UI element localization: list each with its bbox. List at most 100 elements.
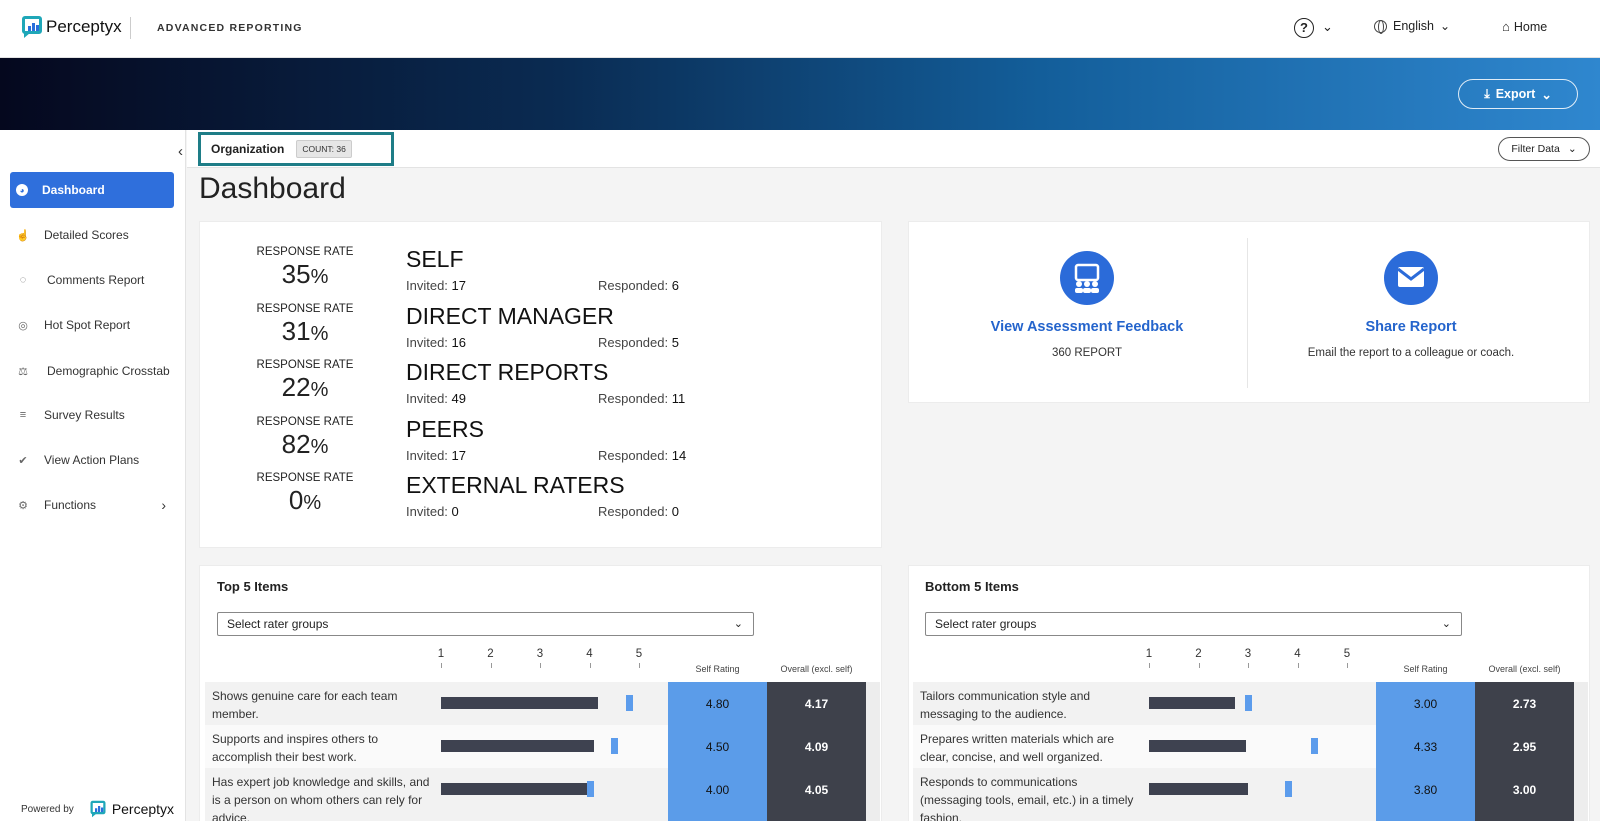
response-rate-value: 35% <box>230 259 380 290</box>
sidebar-item-label: Functions <box>44 498 97 512</box>
sidebar-item-label: Detailed Scores <box>44 228 129 242</box>
top5-overall-rating: 4.05 <box>804 783 829 797</box>
export-button[interactable]: ⤓ Export ⌄ <box>1458 79 1578 109</box>
responded-count: Responded: 0 <box>598 504 679 519</box>
language-label: English <box>1393 19 1434 33</box>
chevron-down-icon: ⌄ <box>1440 19 1451 33</box>
bottom5-scale-tick <box>1248 663 1249 668</box>
bottom5-overall-bar <box>1149 697 1235 709</box>
sidebar-item-functions[interactable]: ⚙ Functions › <box>10 487 174 523</box>
bottom5-scale-label: 2 <box>1195 648 1202 660</box>
rate-number: 22 <box>281 372 311 402</box>
sidebar-item-label: Hot Spot Report <box>44 318 131 332</box>
home-icon: ⌂ <box>1502 19 1510 34</box>
rater-group-name: DIRECT REPORTS <box>406 359 609 385</box>
sidebar-item-comments-report[interactable]: ◌ Comments Report <box>10 262 174 298</box>
response-rate-label: RESPONSE RATE <box>256 472 354 484</box>
actions-divider <box>1247 238 1248 388</box>
perceptyx-logo-icon <box>90 800 106 818</box>
sidebar-item-dashboard[interactable]: ◕ Dashboard <box>10 172 174 208</box>
sidebar-item-label: View Action Plans <box>44 453 140 467</box>
dashboard-icon: ◕ <box>16 184 28 196</box>
bottom5-scale-label: 1 <box>1145 648 1153 660</box>
rate-number: 82 <box>281 428 311 459</box>
select-label: Select rater groups <box>227 617 329 631</box>
invited-count: Invited: 0 <box>406 504 459 519</box>
top5-self-marker <box>626 695 634 711</box>
responded-count: Responded: 14 <box>598 447 687 463</box>
powered-by-label: Powered by <box>21 803 74 815</box>
bottom5-scrollbar[interactable] <box>1574 682 1588 821</box>
view-assessment-feedback-link[interactable]: View Assessment Feedback <box>927 319 1247 335</box>
bottom5-scale-label: 4 <box>1294 648 1301 660</box>
sidebar-item-label: Demographic Crosstab <box>47 364 170 378</box>
response-rate-label: RESPONSE RATE <box>256 415 354 428</box>
top5-scrollbar[interactable] <box>866 682 880 821</box>
organization-selector[interactable]: Organization COUNT: 36 <box>198 132 394 166</box>
perceptyx-logo[interactable]: Perceptyx <box>22 16 122 38</box>
top5-overall-bar <box>441 740 594 752</box>
mail-icon[interactable] <box>1384 251 1438 305</box>
top5-self-marker <box>586 781 594 797</box>
percent-sign: % <box>310 435 329 458</box>
logo-divider <box>130 17 131 39</box>
help-icon[interactable]: ? <box>1294 18 1314 38</box>
rater-group-name: PEERS <box>406 415 484 442</box>
sidebar-item-hot-spot-report[interactable]: ◎ Hot Spot Report <box>10 307 174 343</box>
sidebar-item-view-action-plans[interactable]: ✔ View Action Plans <box>10 442 174 478</box>
chevron-right-icon: › <box>161 497 166 513</box>
top5-self-rating-header: Self Rating <box>695 664 740 674</box>
perceptyx-logo-icon <box>22 16 42 38</box>
top5-overall-bar <box>441 697 598 709</box>
bottom5-self-marker <box>1310 738 1318 754</box>
download-icon: ⤓ <box>1484 86 1490 101</box>
top5-scale-label: 2 <box>487 648 494 660</box>
bottom5-self-rating: 3.80 <box>1413 783 1438 797</box>
page-title: Dashboard <box>199 172 346 205</box>
top-5-items-title: Top 5 Items <box>217 579 289 594</box>
invited-count: Invited: 17 <box>406 278 466 293</box>
top-rater-groups-select[interactable]: Select rater groups ⌄ <box>217 612 754 636</box>
bottom5-item-text: Responds to communications (messaging to… <box>920 775 1134 821</box>
help-chevron-down-icon[interactable]: ⌄ <box>1322 19 1333 35</box>
chevron-down-icon: ⌄ <box>1567 143 1577 155</box>
bottom5-overall-bar <box>1149 740 1246 752</box>
top5-scale-tick <box>639 663 640 668</box>
chevron-down-icon: ⌄ <box>733 618 743 630</box>
bottom5-item-text: Prepares written materials which are cle… <box>920 732 1115 764</box>
bottom-5-items-title: Bottom 5 Items <box>925 579 1019 594</box>
chevron-down-icon: ⌄ <box>1541 87 1552 102</box>
top5-overall-bar <box>441 783 592 795</box>
collapse-sidebar-icon[interactable]: ‹ <box>178 143 183 160</box>
bottom-rater-groups-select[interactable]: Select rater groups ⌄ <box>925 612 1462 636</box>
top5-item-text: Has expert job knowledge and skills, and… <box>212 775 430 821</box>
top5-item-text: Supports and inspires others to accompli… <box>212 732 379 764</box>
top5-overall-rating: 4.09 <box>804 740 829 754</box>
bottom5-scale-tick <box>1297 663 1299 668</box>
share-report-link[interactable]: Share Report <box>1251 319 1571 335</box>
chevron-down-icon: ⌄ <box>1441 618 1451 630</box>
top5-self-rating: 4.80 <box>705 697 730 711</box>
top5-scale-tick <box>589 663 591 668</box>
bottom5-self-rating: 4.33 <box>1413 740 1438 754</box>
responded-count: Responded: 11 <box>598 391 686 406</box>
responded-count: Responded: 5 <box>598 334 679 350</box>
sidebar-item-detailed-scores[interactable]: ☝ Detailed Scores <box>10 217 174 253</box>
header-banner <box>0 58 1600 130</box>
organization-label: Organization <box>211 142 285 156</box>
assessment-feedback-icon[interactable] <box>1060 251 1114 305</box>
sidebar-item-demographic-crosstab[interactable]: ⚖ Demographic Crosstab <box>10 353 174 389</box>
bottom5-overall-header: Overall (excl. self) <box>1488 664 1561 674</box>
sidebar-item-survey-results[interactable]: ≡ Survey Results <box>10 397 174 433</box>
powered-by-logo: Perceptyx <box>88 798 174 820</box>
percent-sign: % <box>303 492 322 514</box>
percent-sign: % <box>310 322 329 345</box>
top5-scale-tick <box>490 663 492 668</box>
logo-text: Perceptyx <box>111 801 175 817</box>
filter-bar <box>187 130 1600 168</box>
response-rate-label: RESPONSE RATE <box>256 302 354 315</box>
filter-data-button[interactable]: Filter Data ⌄ <box>1498 137 1590 161</box>
home-link[interactable]: ⌂ Home <box>1502 19 1547 34</box>
response-rate-label: RESPONSE RATE <box>256 359 354 371</box>
language-selector[interactable]: English ⌄ <box>1374 19 1451 34</box>
